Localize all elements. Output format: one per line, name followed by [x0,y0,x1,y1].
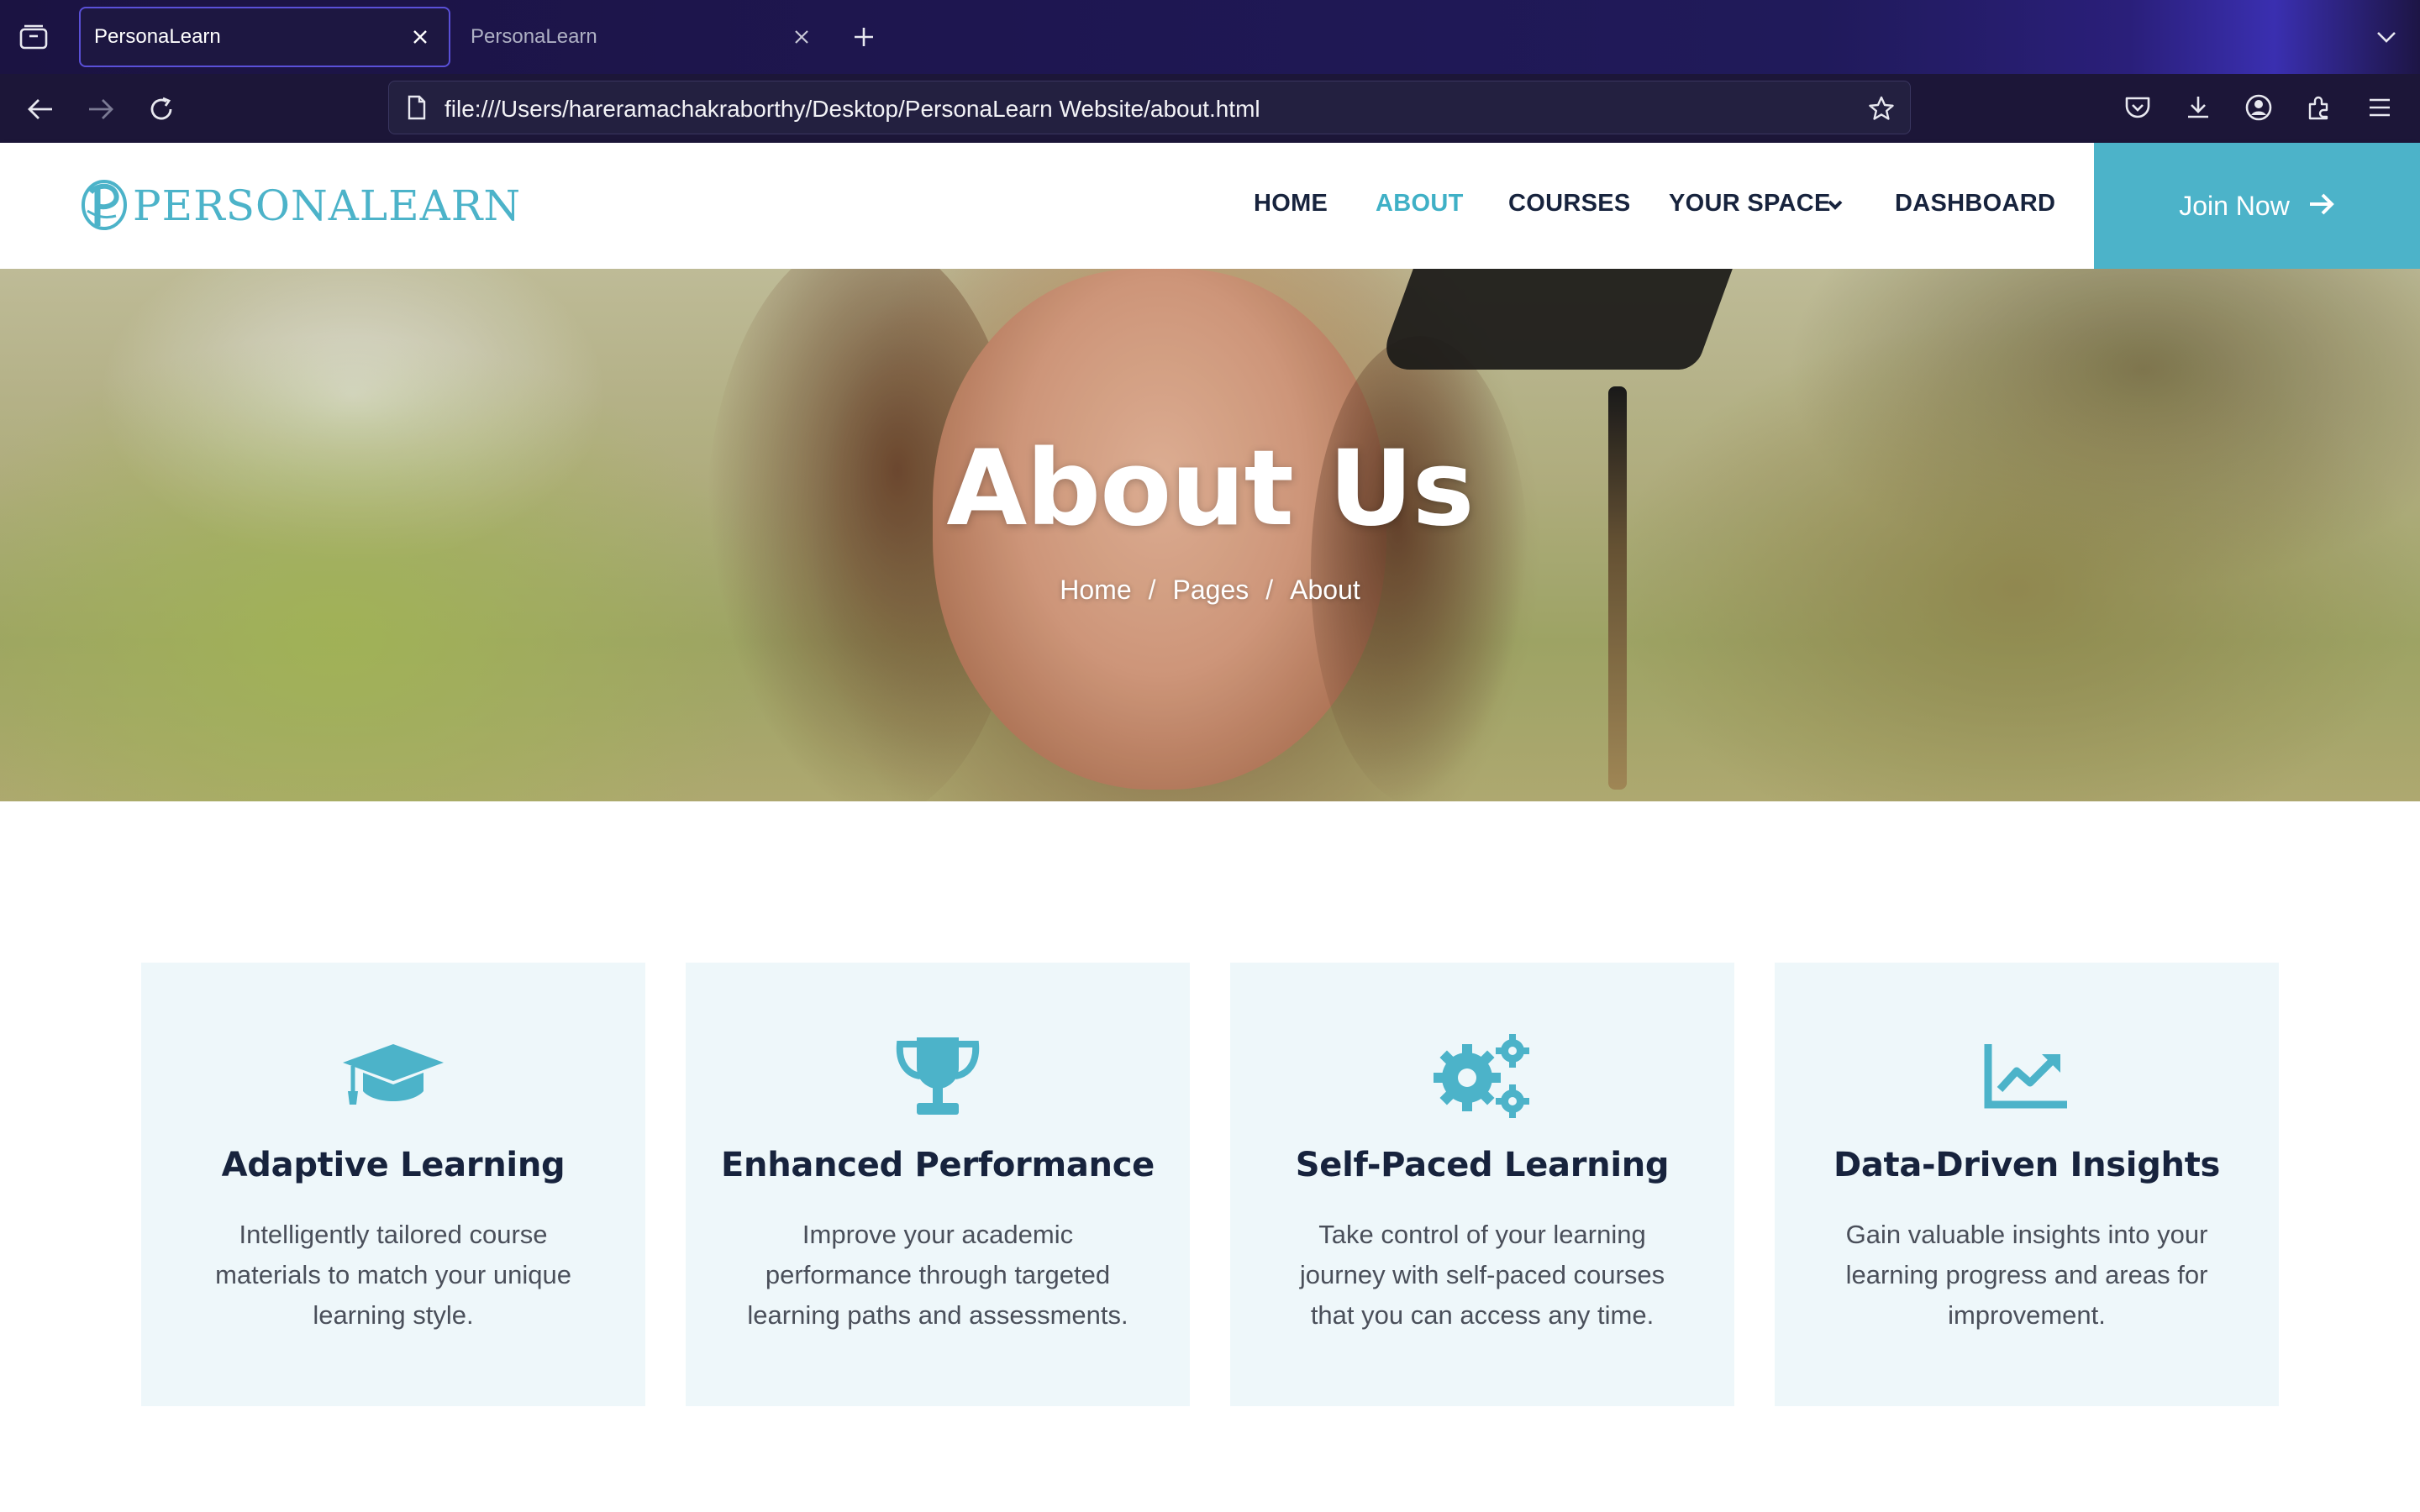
breadcrumb-separator: / [1148,575,1156,605]
breadcrumb-separator: / [1265,575,1274,605]
tab-personalearn-active[interactable]: PersonaLearn [79,7,450,67]
chevron-down-icon[interactable] [1825,195,1845,215]
tab-title: PersonaLearn [471,25,597,48]
feature-card-adaptive-learning: Adaptive Learning Intelligently tailored… [141,963,645,1406]
tab-title: PersonaLearn [94,25,221,48]
extensions-icon[interactable] [2301,89,2338,126]
page-title: About Us [946,428,1474,549]
site-header: PERSONALEARN HOME ABOUT COURSES YOUR SPA… [0,143,2420,269]
arrow-right-icon [2308,192,2335,220]
hero-banner: About Us Home / Pages / About [0,269,2420,801]
plus-icon[interactable] [847,20,881,54]
feature-description: Improve your academic performance throug… [747,1220,1128,1330]
trophy-icon [686,1030,1190,1122]
url-bar[interactable]: file:///Users/hareramachakraborthy/Deskt… [388,81,1911,134]
gears-icon [1230,1030,1734,1122]
join-now-button[interactable]: Join Now [2094,143,2420,269]
chart-line-icon [1775,1030,2279,1122]
join-now-label: Join Now [2179,190,2290,221]
tab-personalearn[interactable]: PersonaLearn [459,7,830,67]
feature-title: Data-Driven Insights [1833,1146,2221,1184]
feature-card-self-paced-learning: Self-Paced Learning Take control of your… [1230,963,1734,1406]
feature-card-enhanced-performance: Enhanced Performance Improve your academ… [686,963,1190,1406]
url-text[interactable]: file:///Users/hareramachakraborthy/Deskt… [445,96,1260,123]
forward-arrow-icon[interactable] [81,89,121,129]
nav-home[interactable]: HOME [1254,190,1328,218]
nav-your-space[interactable]: YOUR SPACE [1669,190,1831,218]
feature-description: Take control of your learning journey wi… [1299,1220,1665,1330]
account-icon[interactable] [2240,89,2277,126]
star-icon[interactable] [1865,92,1898,125]
nav-dashboard[interactable]: DASHBOARD [1895,190,2055,218]
reload-icon[interactable] [141,89,182,129]
chevron-down-icon[interactable] [2370,20,2403,54]
site-logo[interactable]: PERSONALEARN [79,178,521,234]
browser-tab-bar: PersonaLearn PersonaLearn [0,0,2420,74]
breadcrumb-pages[interactable]: Pages [1173,575,1249,606]
pocket-icon[interactable] [2119,89,2156,126]
logo-mark-icon [79,177,131,235]
close-icon[interactable] [785,20,818,54]
feature-title: Self-Paced Learning [1295,1146,1670,1184]
feature-title: Adaptive Learning [221,1146,566,1184]
nav-courses[interactable]: COURSES [1508,190,1631,218]
breadcrumb: Home / Pages / About [0,575,2420,606]
breadcrumb-home[interactable]: Home [1060,575,1131,606]
feature-description: Gain valuable insights into your learnin… [1845,1220,2208,1330]
close-icon[interactable] [403,20,437,54]
back-arrow-icon[interactable] [20,89,60,129]
breadcrumb-current: About [1290,575,1360,605]
feature-card-data-driven-insights: Data-Driven Insights Gain valuable insig… [1775,963,2279,1406]
nav-about[interactable]: ABOUT [1376,190,1464,218]
menu-icon[interactable] [2361,89,2398,126]
graduation-cap-icon [141,1030,645,1122]
tab-overview-icon[interactable] [17,22,50,52]
feature-description: Intelligently tailored course materials … [215,1220,571,1330]
download-icon[interactable] [2180,89,2217,126]
page-icon [402,93,431,122]
logo-text: PERSONALEARN [133,181,522,230]
feature-title: Enhanced Performance [721,1146,1155,1184]
